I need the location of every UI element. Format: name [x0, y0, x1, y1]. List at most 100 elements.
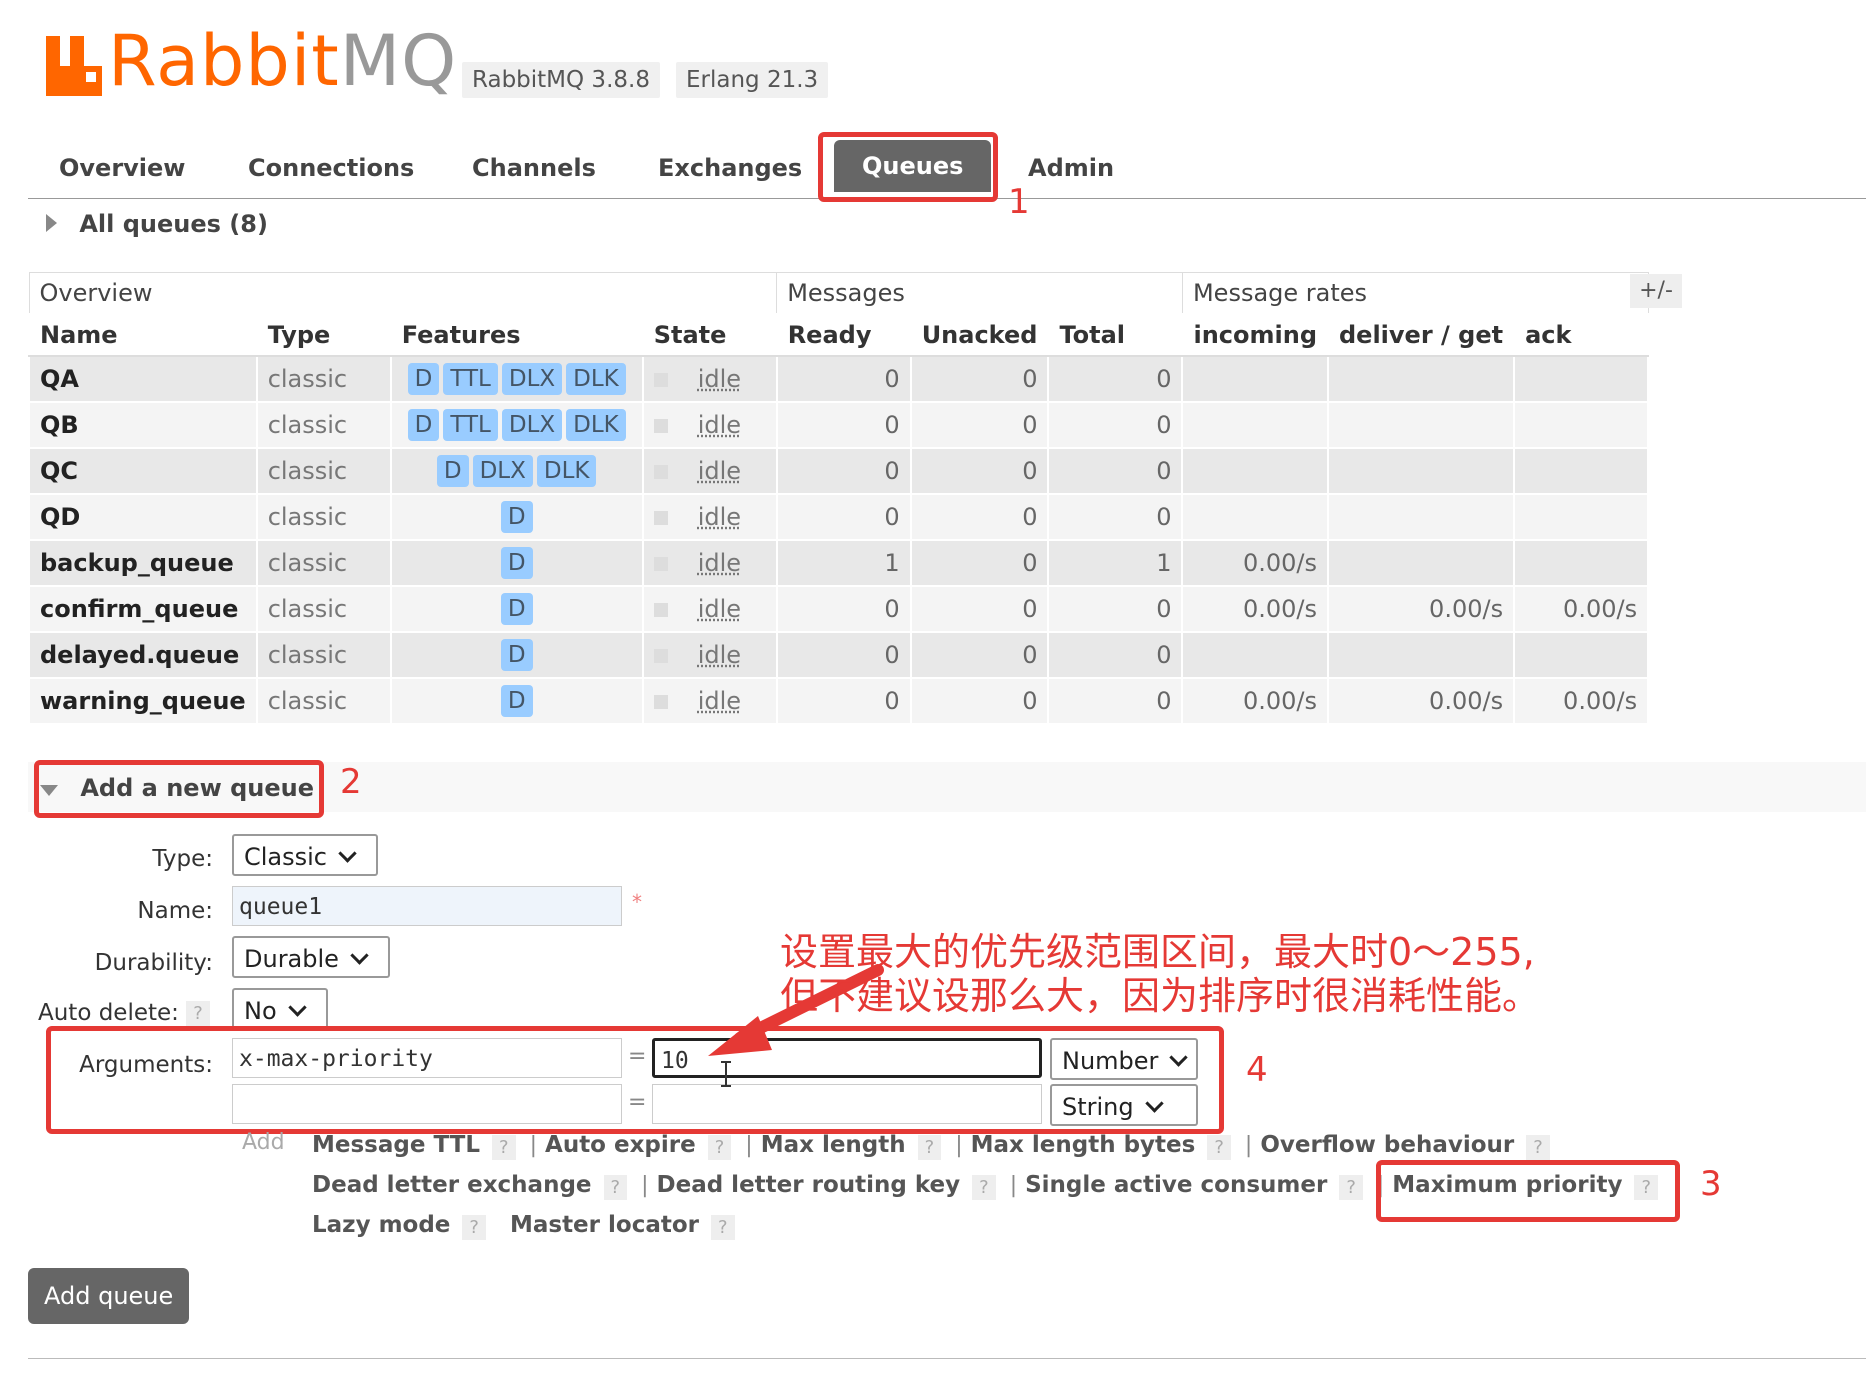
queue-state-cell: idle [641, 631, 778, 679]
queue-name-cell[interactable]: QD [28, 493, 258, 541]
feature-badge[interactable]: D [407, 363, 440, 395]
tab-overview[interactable]: Overview [59, 154, 185, 182]
arg-shortcut-link[interactable]: Single active consumer [1025, 1172, 1327, 1198]
col-ack[interactable]: ack [1513, 313, 1650, 357]
feature-badge[interactable]: TTL [443, 409, 498, 441]
feature-badge[interactable]: DLX [501, 363, 563, 395]
unacked-cell: 0 [909, 677, 1050, 725]
feature-badge[interactable]: TTL [443, 363, 498, 395]
feature-badge[interactable]: DLX [472, 455, 533, 487]
help-icon[interactable]: ? [1207, 1135, 1231, 1160]
help-icon[interactable]: ? [1339, 1175, 1363, 1200]
unacked-cell: 0 [909, 539, 1050, 587]
add-queue-button[interactable]: Add queue [28, 1268, 190, 1324]
queue-features-cell: D [389, 539, 644, 587]
help-icon[interactable]: ? [462, 1215, 486, 1240]
col-total[interactable]: Total [1047, 313, 1184, 357]
table-row[interactable]: QD classic Didle 0 0 0 [28, 493, 1650, 541]
chevron-down-icon [287, 998, 307, 1017]
feature-badge[interactable]: D [407, 409, 440, 441]
durability-select[interactable]: Durable [232, 936, 390, 978]
arg-shortcut-link[interactable]: Lazy mode [312, 1212, 450, 1238]
queue-type-cell: classic [255, 631, 392, 679]
arg-shortcut-link[interactable]: Master locator [510, 1212, 699, 1238]
state-text: idle [697, 457, 742, 485]
ack-rate-cell [1513, 539, 1650, 587]
arg-shortcut-link[interactable]: Dead letter routing key [657, 1172, 961, 1198]
auto-delete-select[interactable]: No [232, 988, 328, 1030]
all-queues-toggle[interactable]: All queues (8) [46, 210, 268, 238]
queue-features-cell: D DLX DLK [389, 447, 644, 495]
auto-delete-help-icon[interactable]: ? [186, 1001, 210, 1026]
feature-badge[interactable]: DLK [566, 363, 626, 395]
feature-badge[interactable]: D [500, 501, 533, 533]
ready-cell: 1 [775, 539, 912, 587]
feature-badge[interactable]: DLX [501, 409, 563, 441]
queue-state-cell: idle [641, 493, 778, 541]
help-icon[interactable]: ? [917, 1135, 942, 1160]
feature-badge[interactable]: D [500, 547, 533, 579]
table-row[interactable]: backup_queue classic Didle 1 0 1 0.00/s [28, 539, 1650, 587]
feature-badge[interactable]: D [436, 455, 469, 487]
col-name[interactable]: Name [28, 313, 258, 357]
col-type[interactable]: Type [255, 313, 392, 357]
help-icon[interactable]: ? [711, 1215, 735, 1240]
type-select[interactable]: Classic [232, 834, 378, 876]
col-deliver-get[interactable]: deliver / get [1326, 313, 1516, 357]
col-unacked[interactable]: Unacked [909, 313, 1050, 357]
tab-exchanges[interactable]: Exchanges [658, 154, 802, 182]
help-icon[interactable]: ? [1526, 1135, 1550, 1160]
erlang-badge: Erlang 21.3 [676, 62, 829, 98]
queue-name-cell[interactable]: confirm_queue [28, 585, 258, 633]
link-separator: | [1009, 1173, 1018, 1198]
queue-name-cell[interactable]: backup_queue [28, 539, 258, 587]
logo-text-rabbit: Rabbit [108, 20, 340, 102]
help-icon[interactable]: ? [492, 1135, 516, 1160]
table-row[interactable]: warning_queue classic Didle 0 0 0 0.00/s 0.00/s… [28, 677, 1650, 725]
feature-badge[interactable]: DLK [566, 409, 626, 441]
feature-badge[interactable]: D [500, 639, 533, 671]
columns-toggle-button[interactable]: +/- [1630, 274, 1682, 308]
help-icon[interactable]: ? [972, 1175, 996, 1200]
ack-rate-cell [1513, 631, 1650, 679]
state-text: idle [697, 365, 742, 393]
help-icon[interactable]: ? [707, 1135, 732, 1160]
incoming-rate-cell: 0.00/s [1181, 539, 1329, 587]
queue-name-cell[interactable]: QA [28, 355, 258, 403]
arg-shortcut-link[interactable]: Max length bytes [971, 1132, 1196, 1158]
feature-badge[interactable]: D [500, 593, 533, 625]
arg-shortcut-link[interactable]: Dead letter exchange [312, 1172, 592, 1198]
arg-shortcut-link[interactable]: Max length [761, 1132, 906, 1158]
col-state[interactable]: State [641, 313, 778, 357]
tab-connections[interactable]: Connections [248, 154, 414, 182]
total-cell: 0 [1047, 401, 1184, 449]
tab-channels[interactable]: Channels [472, 154, 596, 182]
col-incoming[interactable]: incoming [1181, 313, 1329, 357]
state-text: idle [697, 641, 742, 669]
feature-badge[interactable]: DLK [536, 455, 597, 487]
ready-cell: 0 [775, 585, 912, 633]
arg-shortcut-link[interactable]: Message TTL [312, 1132, 480, 1158]
col-features[interactable]: Features [389, 313, 644, 357]
help-icon[interactable]: ? [603, 1175, 628, 1200]
table-row[interactable]: QC classic D DLX DLK idle 0 0 0 [28, 447, 1650, 495]
table-row[interactable]: confirm_queue classic Didle 0 0 0 0.00/s 0.00/s… [28, 585, 1650, 633]
link-separator: | [529, 1133, 538, 1158]
queue-name-cell[interactable]: QC [28, 447, 258, 495]
table-row[interactable]: QA classic D TTL DLX DLK idle 0 0 0 [28, 355, 1650, 403]
queue-name-cell[interactable]: warning_queue [28, 677, 258, 725]
table-row[interactable]: QB classic D TTL DLX DLK idle 0 0 0 [28, 401, 1650, 449]
table-row[interactable]: delayed.queue classic Didle 0 0 0 [28, 631, 1650, 679]
name-input[interactable]: queue1 [232, 886, 622, 926]
queue-type-cell: classic [255, 401, 392, 449]
queue-name-cell[interactable]: delayed.queue [28, 631, 258, 679]
arg-shortcut-link[interactable]: Auto expire [545, 1132, 696, 1158]
queue-name-cell[interactable]: QB [28, 401, 258, 449]
feature-badge[interactable]: D [500, 685, 533, 717]
durability-select-value: Durable [244, 945, 339, 973]
tab-admin[interactable]: Admin [1028, 154, 1114, 182]
annotation-line-2: 但不建议设那么大，因为排序时很消耗性能。 [780, 974, 1541, 1018]
col-ready[interactable]: Ready [775, 313, 912, 357]
link-separator: | [1244, 1133, 1253, 1158]
arg-shortcut-link[interactable]: Overflow behaviour [1260, 1132, 1514, 1158]
